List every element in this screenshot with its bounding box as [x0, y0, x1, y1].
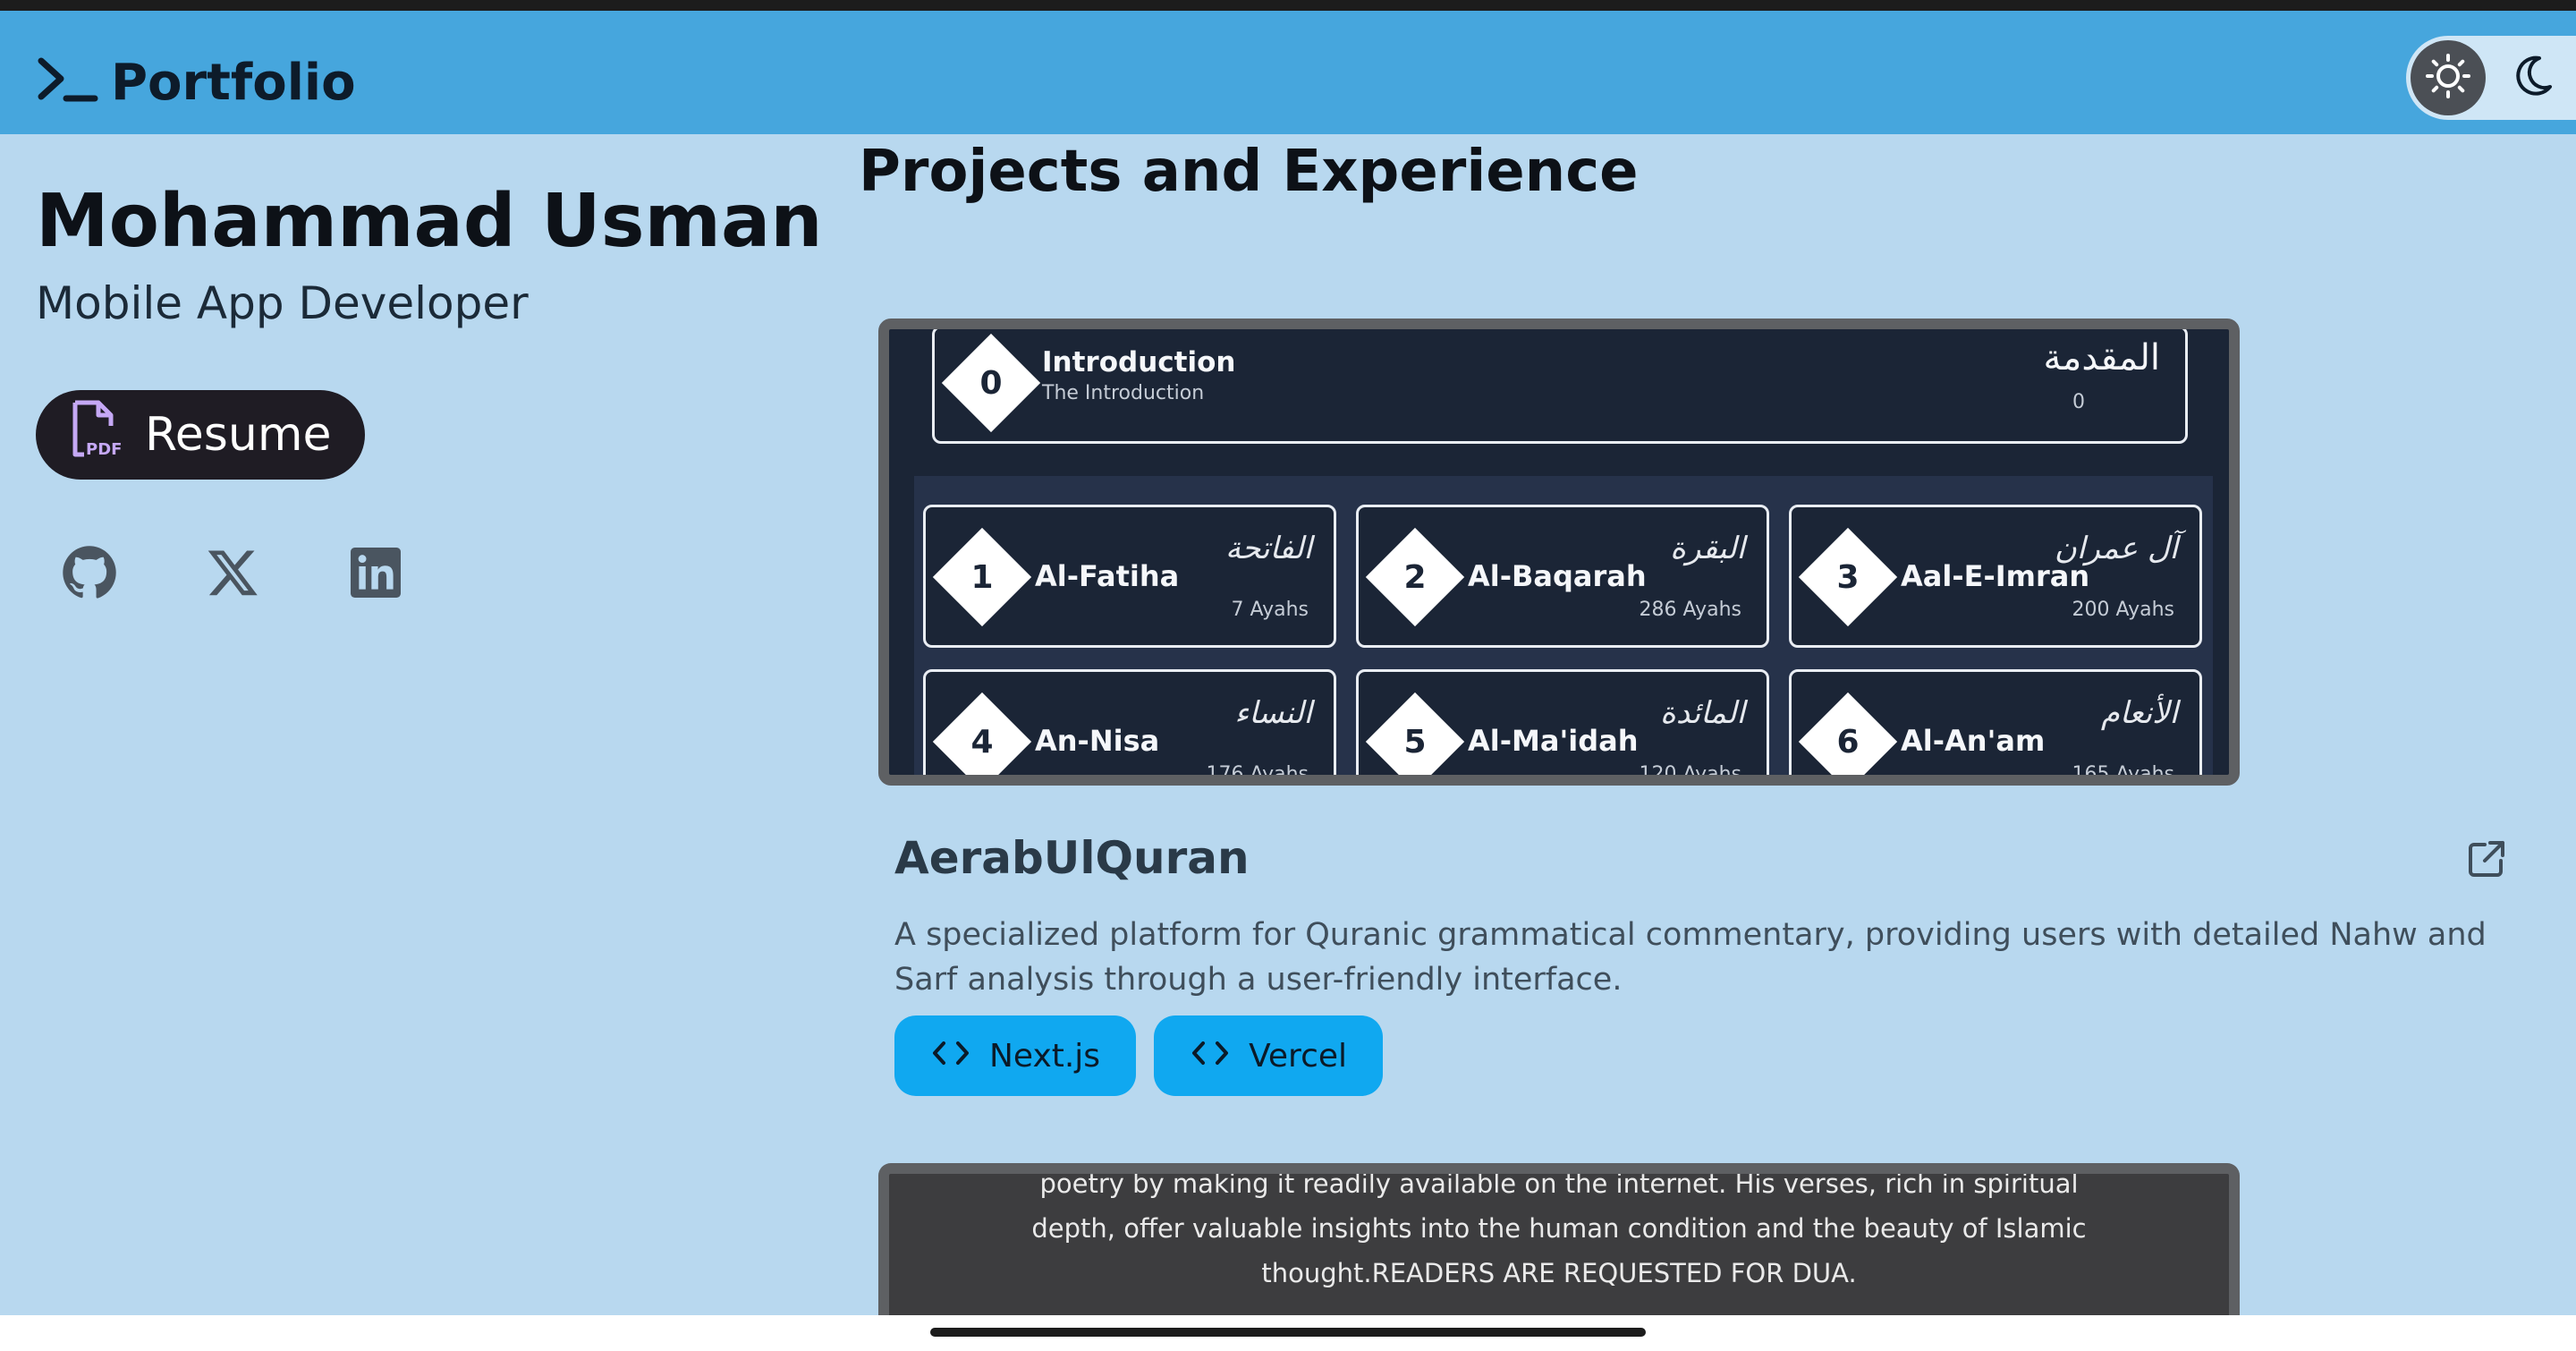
surah-card: 1 Al-Fatiha الفاتحة 7 Ayahs: [923, 505, 1336, 648]
surah-arabic: الفاتحة: [1224, 531, 1312, 566]
screenshot-text: poetry by making it readily available on…: [889, 1168, 2229, 1296]
surah-ayahs: 165 Ayahs: [2072, 763, 2174, 786]
surah-name: Al-Fatiha: [1035, 559, 1180, 593]
resume-label: Resume: [145, 408, 332, 462]
x-link[interactable]: [204, 546, 261, 603]
tag-nextjs[interactable]: Next.js: [894, 1015, 1137, 1096]
github-icon: [62, 545, 117, 604]
surah-number: 2: [1403, 558, 1427, 596]
linkedin-icon: [351, 548, 401, 601]
surah-ayahs: 120 Ayahs: [1639, 763, 1741, 786]
surah-name: An-Nisa: [1035, 724, 1160, 758]
surah-number: 5: [1403, 723, 1427, 760]
screenshot-text-line: depth, offer valuable insights into the …: [1031, 1213, 2087, 1244]
surah-card: 6 Al-An'am الأنعام 165 Ayahs: [1789, 669, 2202, 786]
project-title: AerabUlQuran: [894, 832, 1250, 884]
tag-label: Vercel: [1249, 1037, 1348, 1075]
tag-vercel[interactable]: Vercel: [1154, 1015, 1384, 1096]
project-link-button[interactable]: [2465, 837, 2508, 880]
surah-ayahs: 176 Ayahs: [1206, 763, 1309, 786]
surah-number: 1: [970, 558, 994, 596]
screenshot-text-line: poetry by making it readily available on…: [1039, 1168, 2079, 1199]
theme-toggle: [2406, 36, 2576, 120]
home-indicator[interactable]: [930, 1328, 1646, 1337]
window-top-strip: [0, 0, 2576, 11]
profile-role: Mobile App Developer: [36, 277, 529, 329]
tag-label: Next.js: [989, 1037, 1101, 1075]
surah-name: Al-Baqarah: [1468, 559, 1647, 593]
pdf-file-icon: PDF: [68, 399, 125, 472]
project-screenshot[interactable]: 0 Introduction The Introduction المقدمة …: [878, 319, 2240, 786]
external-link-icon: [2465, 841, 2508, 884]
intro-count: 0: [2072, 391, 2085, 413]
terminal-prompt-icon: [36, 54, 98, 111]
svg-text:PDF: PDF: [86, 440, 122, 459]
surah-ayahs: 286 Ayahs: [1639, 599, 1741, 621]
surah-arabic: المائدة: [1660, 695, 1745, 731]
surah-ayahs: 200 Ayahs: [2072, 599, 2174, 621]
intro-number: 0: [979, 364, 1003, 402]
code-brackets-icon: [1191, 1038, 1229, 1075]
intro-title: Introduction: [1042, 346, 1236, 378]
intro-arabic: المقدمة: [2043, 337, 2160, 378]
surah-arabic: آل عمران: [2054, 531, 2178, 566]
surah-number: 4: [970, 723, 994, 760]
profile-name: Mohammad Usman: [36, 179, 823, 264]
section-title: Projects and Experience: [859, 139, 1639, 205]
surah-arabic: النساء: [1234, 695, 1312, 731]
surah-name: Al-An'am: [1901, 724, 2046, 758]
surah-arabic: البقرة: [1670, 531, 1745, 566]
resume-button[interactable]: PDF Resume: [36, 390, 365, 480]
light-theme-button[interactable]: [2411, 40, 2486, 115]
github-link[interactable]: [61, 546, 118, 603]
sun-icon: [2425, 53, 2471, 103]
x-icon: [208, 548, 258, 601]
screenshot-text-line: thought.READERS ARE REQUESTED FOR DUA.: [1261, 1258, 1857, 1288]
code-brackets-icon: [932, 1038, 970, 1075]
surah-name: Al-Ma'idah: [1468, 724, 1639, 758]
moon-icon: [2509, 53, 2555, 103]
social-links: [61, 546, 404, 603]
surah-ayahs: 7 Ayahs: [1231, 599, 1309, 621]
project-description: A specialized platform for Quranic gramm…: [894, 917, 2487, 998]
surah-number: 3: [1836, 558, 1860, 596]
surah-card: 2 Al-Baqarah البقرة 286 Ayahs: [1356, 505, 1769, 648]
tech-tags: Next.js Vercel: [894, 1015, 1384, 1096]
surah-card: 5 Al-Ma'idah المائدة 120 Ayahs: [1356, 669, 1769, 786]
surah-card: 4 An-Nisa النساء 176 Ayahs: [923, 669, 1336, 786]
app-bar: Portfolio: [0, 11, 2576, 134]
brand-title: Portfolio: [111, 53, 356, 112]
linkedin-link[interactable]: [347, 546, 404, 603]
surah-number: 6: [1836, 723, 1860, 760]
intro-subtitle: The Introduction: [1042, 382, 1205, 404]
brand[interactable]: Portfolio: [36, 47, 356, 118]
intro-card: 0 Introduction The Introduction المقدمة …: [932, 329, 2188, 444]
dark-theme-button[interactable]: [2495, 40, 2570, 115]
surah-arabic: الأنعام: [2100, 695, 2178, 731]
surah-card: 3 Aal-E-Imran آل عمران 200 Ayahs: [1789, 505, 2202, 648]
